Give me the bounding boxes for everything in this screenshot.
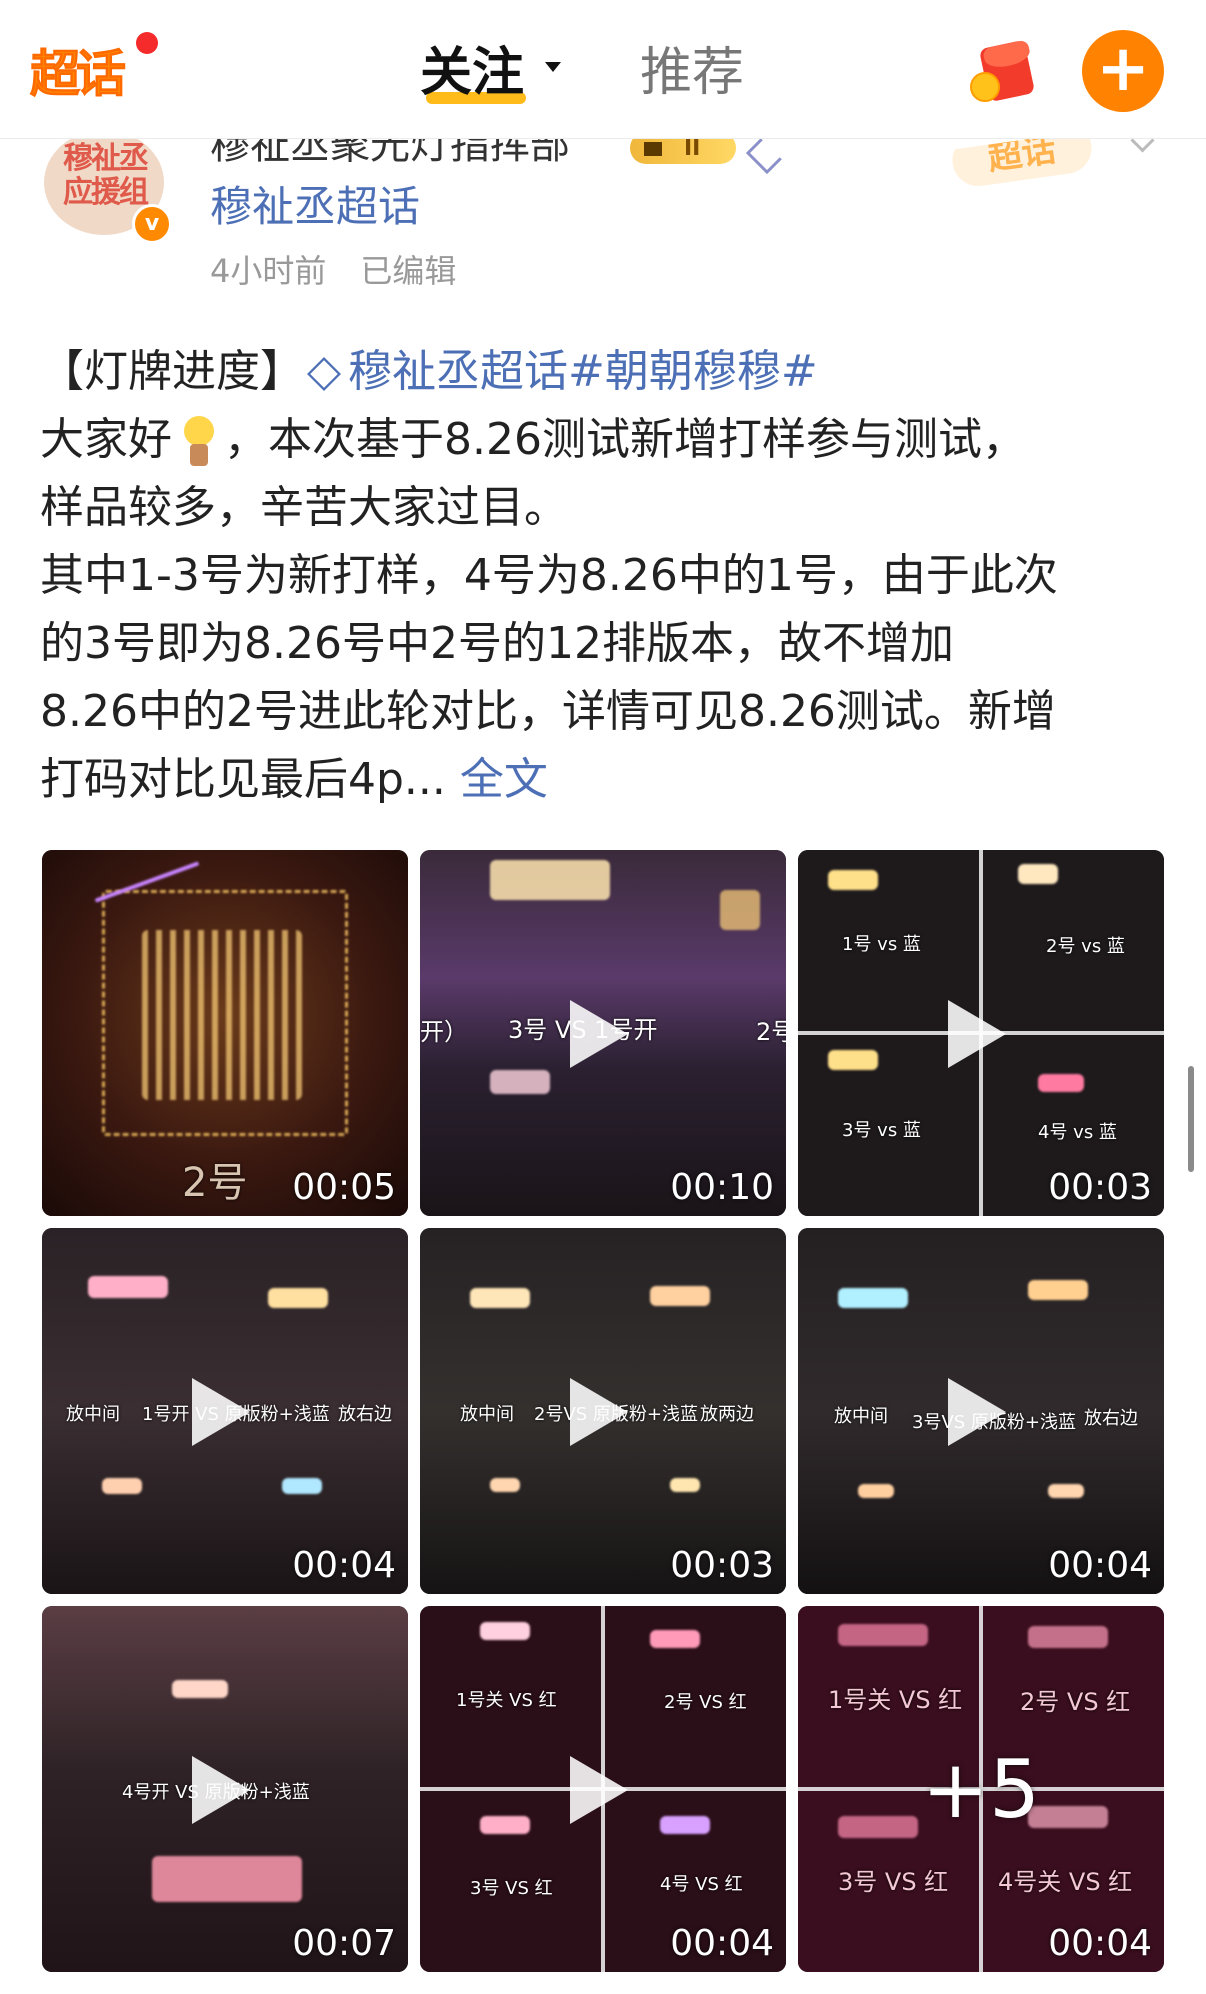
post-time: 4小时前 xyxy=(210,252,327,290)
side-caption: 放中间 xyxy=(460,1404,514,1425)
red-packet-icon[interactable] xyxy=(970,38,1036,104)
video-thumbnail[interactable]: 放中间 1号开 VS 原版粉+浅蓝 放右边 00:04 xyxy=(42,1228,408,1594)
chevron-down-icon[interactable] xyxy=(545,62,561,72)
edited-label: 已编辑 xyxy=(360,252,457,290)
video-thumbnail[interactable]: 1号 vs 蓝 2号 vs 蓝 3号 vs 蓝 4号 vs 蓝 00:03 xyxy=(798,850,1164,1216)
play-icon[interactable] xyxy=(570,1000,628,1068)
video-caption: 2号 xyxy=(182,1160,248,1206)
video-thumbnail[interactable]: 放中间 3号VS 原版粉+浅蓝 放右边 00:04 xyxy=(798,1228,1164,1594)
play-icon[interactable] xyxy=(570,1378,628,1446)
tab-recommend[interactable]: 推荐 xyxy=(640,38,744,108)
quad-caption: 2号 vs 蓝 xyxy=(1046,936,1125,957)
video-thumbnail[interactable]: 1号关 VS 红 2号 VS 红 3号 VS 红 4号 VS 红 00:04 xyxy=(420,1606,786,1972)
side-caption: 放中间 xyxy=(66,1404,120,1425)
content-line: ，本次基于8.26测试新增打样参与测试， xyxy=(224,414,1026,465)
content-line: 大家好 xyxy=(40,414,172,465)
logo-text: 超话 xyxy=(30,45,127,104)
tab-follow[interactable]: 关注 xyxy=(420,38,524,108)
top-nav-bar: 超话 关注 推荐 + xyxy=(0,0,1206,139)
topic-link[interactable]: 穆祉丞超话#朝朝穆穆# xyxy=(348,346,818,397)
post-content: 【灯牌进度】 穆祉丞超话#朝朝穆穆# 大家好 ，本次基于8.26测试新增打样参与测试… xyxy=(40,338,1170,814)
play-icon[interactable] xyxy=(570,1756,628,1824)
video-duration: 00:03 xyxy=(1048,1167,1152,1208)
video-duration: 00:05 xyxy=(292,1167,396,1208)
content-line: 其中1-3号为新打样，4号为8.26中的1号，由于此次 xyxy=(40,550,1058,601)
video-duration: 00:03 xyxy=(670,1545,774,1586)
play-icon[interactable] xyxy=(192,1756,250,1824)
avatar-text: 穆祉丞应援组 xyxy=(63,141,149,210)
quad-caption: 3号 vs 蓝 xyxy=(842,1120,921,1141)
play-icon[interactable] xyxy=(192,1378,250,1446)
post-meta: 4小时前 已编辑 xyxy=(210,250,456,292)
more-media-tile[interactable]: 1号关 VS 红 2号 VS 红 3号 VS 红 4号关 VS 红 +5 00:… xyxy=(798,1606,1164,1972)
more-count: +5 xyxy=(922,1742,1040,1836)
side-caption: 放右边 xyxy=(338,1404,392,1425)
video-duration: 00:04 xyxy=(1048,1923,1152,1964)
quad-caption: 2号 VS 红 xyxy=(664,1692,747,1713)
content-line: 样品较多，辛苦大家过目。 xyxy=(40,482,568,533)
video-thumbnail[interactable]: 放中间 2号VS 原版粉+浅蓝 放两边 00:03 xyxy=(420,1228,786,1594)
play-icon[interactable] xyxy=(948,1000,1006,1068)
quad-caption: 1号 vs 蓝 xyxy=(842,934,921,955)
quad-caption: 4号 vs 蓝 xyxy=(1038,1122,1117,1143)
supertopic-link[interactable]: 穆祉丞超话 xyxy=(210,180,420,234)
supertopic-logo[interactable]: 超话 xyxy=(30,32,158,106)
side-caption: 2号 xyxy=(756,1018,786,1046)
video-duration: 00:04 xyxy=(1048,1545,1152,1586)
quad-caption: 4号 VS 红 xyxy=(660,1874,743,1895)
video-thumbnail[interactable]: 开） 3号 VS 1号开 2号 00:10 xyxy=(420,850,786,1216)
diamond-icon xyxy=(307,357,341,391)
content-line: 8.26中的2号进此轮对比，详情可见8.26测试。新增 xyxy=(40,686,1056,737)
video-thumbnail[interactable]: 2号 00:05 xyxy=(42,850,408,1216)
video-thumbnail[interactable]: 4号开 VS 原版粉+浅蓝 00:07 xyxy=(42,1606,408,1972)
side-caption: 放中间 xyxy=(834,1406,888,1427)
video-duration: 00:07 xyxy=(292,1923,396,1964)
side-caption: 放右边 xyxy=(1084,1408,1138,1429)
video-duration: 00:04 xyxy=(670,1923,774,1964)
add-post-button[interactable]: + xyxy=(1082,30,1164,112)
side-caption: 放两边 xyxy=(700,1404,754,1425)
media-grid: 2号 00:05 开） 3号 VS 1号开 2号 00:10 1号 vs 蓝 2… xyxy=(42,850,1164,1974)
video-duration: 00:04 xyxy=(292,1545,396,1586)
play-icon[interactable] xyxy=(948,1378,1006,1446)
content-heading: 【灯牌进度】 xyxy=(40,346,304,397)
quad-caption: 3号 VS 红 xyxy=(470,1878,553,1899)
content-line: 的3号即为8.26号中2号的12排版本，故不增加 xyxy=(40,618,954,669)
content-line: 打码对比见最后4p... xyxy=(40,754,460,805)
video-duration: 00:10 xyxy=(670,1167,774,1208)
scrollbar[interactable] xyxy=(1188,1066,1194,1172)
verified-icon: v xyxy=(132,204,172,244)
lightbulb-emoji-icon xyxy=(178,416,218,468)
quad-caption: 1号关 VS 红 xyxy=(456,1690,557,1711)
side-caption: 开） xyxy=(420,1018,468,1046)
notification-dot xyxy=(136,32,158,54)
read-more-link[interactable]: 全文 xyxy=(460,754,548,805)
